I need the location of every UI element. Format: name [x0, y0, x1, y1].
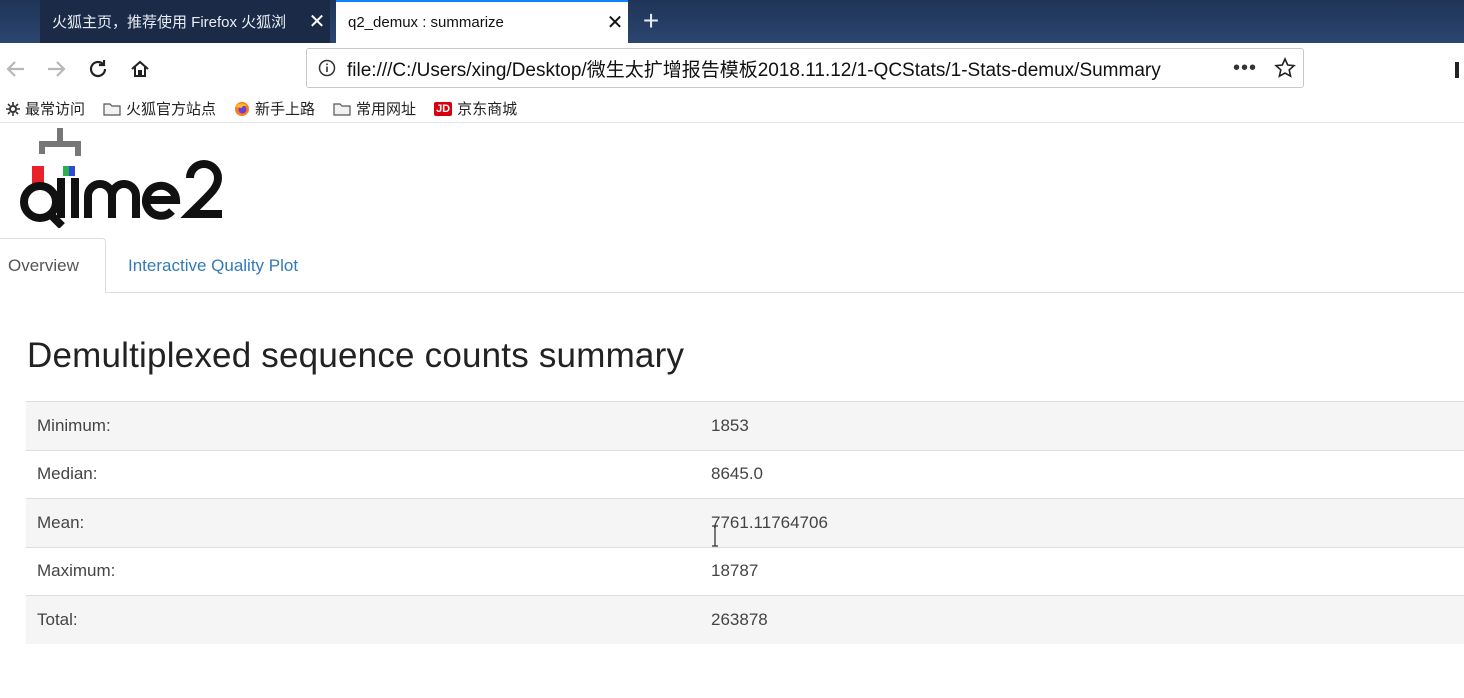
browser-tab-q2-demux[interactable]: q2_demux : summarize ✕	[336, 0, 628, 43]
bookmark-common-sites[interactable]: 常用网址	[333, 98, 416, 119]
bookmark-firefox-official[interactable]: 火狐官方站点	[103, 98, 216, 119]
tab-title: 火狐主页，推荐使用 Firefox 火狐浏	[52, 14, 287, 31]
table-row: Total: 263878	[26, 595, 1464, 644]
bookmark-label: 常用网址	[356, 101, 417, 118]
gear-icon	[6, 101, 20, 116]
reload-icon[interactable]	[82, 53, 114, 85]
folder-icon	[103, 102, 121, 116]
bookmark-label: 火狐官方站点	[126, 101, 217, 118]
stat-label: Total:	[37, 610, 78, 629]
bookmark-getting-started[interactable]: 新手上路	[234, 98, 315, 119]
table-row: Minimum: 1853	[26, 401, 1464, 450]
browser-tab-firefox-home[interactable]: 火狐主页，推荐使用 Firefox 火狐浏 ✕	[40, 0, 330, 43]
qiime2-logo	[16, 128, 256, 229]
text-cursor-icon	[710, 525, 720, 547]
stat-value: 263878	[711, 610, 768, 629]
navigation-toolbar: file:///C:/Users/xing/Desktop/微生太扩增报告模板2…	[0, 43, 1464, 95]
home-icon[interactable]	[124, 53, 156, 85]
bookmarks-toolbar: 最常访问 火狐官方站点 新手上路 常用网址 JD 京东商城	[0, 95, 1464, 123]
stat-label: Median:	[37, 464, 98, 484]
bookmark-label: 新手上路	[255, 101, 316, 118]
stat-label: Maximum:	[37, 561, 116, 581]
bookmark-label: 最常访问	[25, 101, 86, 118]
url-text[interactable]: file:///C:/Users/xing/Desktop/微生太扩增报告模板2…	[347, 55, 1223, 82]
tab-interactive-quality-plot[interactable]: Interactive Quality Plot	[120, 238, 306, 293]
bookmark-jd-mall[interactable]: JD 京东商城	[434, 98, 517, 119]
browser-tab-strip: 火狐主页，推荐使用 Firefox 火狐浏 ✕ q2_demux : summa…	[0, 0, 1464, 43]
page-actions-menu-icon[interactable]: •••	[1223, 57, 1267, 80]
stat-value: 8645.0	[711, 464, 763, 484]
stat-value: 7761.11764706	[711, 512, 828, 532]
firefox-icon	[234, 101, 250, 117]
address-bar[interactable]: file:///C:/Users/xing/Desktop/微生太扩增报告模板2…	[306, 48, 1304, 88]
back-arrow-icon[interactable]	[0, 53, 32, 85]
plus-icon[interactable]: +	[636, 4, 666, 38]
sidebar-toggle-icon[interactable]	[1455, 62, 1459, 78]
stat-value: 1853	[711, 415, 749, 435]
stat-value: 18787	[711, 561, 759, 581]
tab-overview[interactable]: Overview	[0, 238, 106, 293]
table-row: Median: 8645.0	[26, 450, 1464, 499]
jd-icon: JD	[434, 101, 453, 116]
tab-title: q2_demux : summarize	[348, 14, 504, 31]
page-tab-bar: Overview Interactive Quality Plot	[0, 238, 1464, 293]
close-icon[interactable]: ✕	[602, 13, 628, 33]
forward-arrow-icon[interactable]	[40, 53, 72, 85]
stat-label: Mean:	[37, 512, 85, 532]
bookmark-most-visited[interactable]: 最常访问	[6, 98, 85, 119]
table-row: Maximum: 18787	[26, 547, 1464, 596]
bookmark-star-icon[interactable]	[1267, 57, 1303, 79]
bookmark-label: 京东商城	[457, 101, 518, 118]
close-icon[interactable]: ✕	[304, 12, 330, 32]
info-icon[interactable]	[307, 59, 347, 77]
folder-icon	[333, 102, 351, 116]
summary-table: Minimum: 1853 Median: 8645.0 Mean: 7761.…	[26, 401, 1464, 644]
page-title: Demultiplexed sequence counts summary	[27, 336, 685, 375]
stat-label: Minimum:	[37, 415, 111, 435]
table-row: Mean: 7761.11764706	[26, 498, 1464, 547]
